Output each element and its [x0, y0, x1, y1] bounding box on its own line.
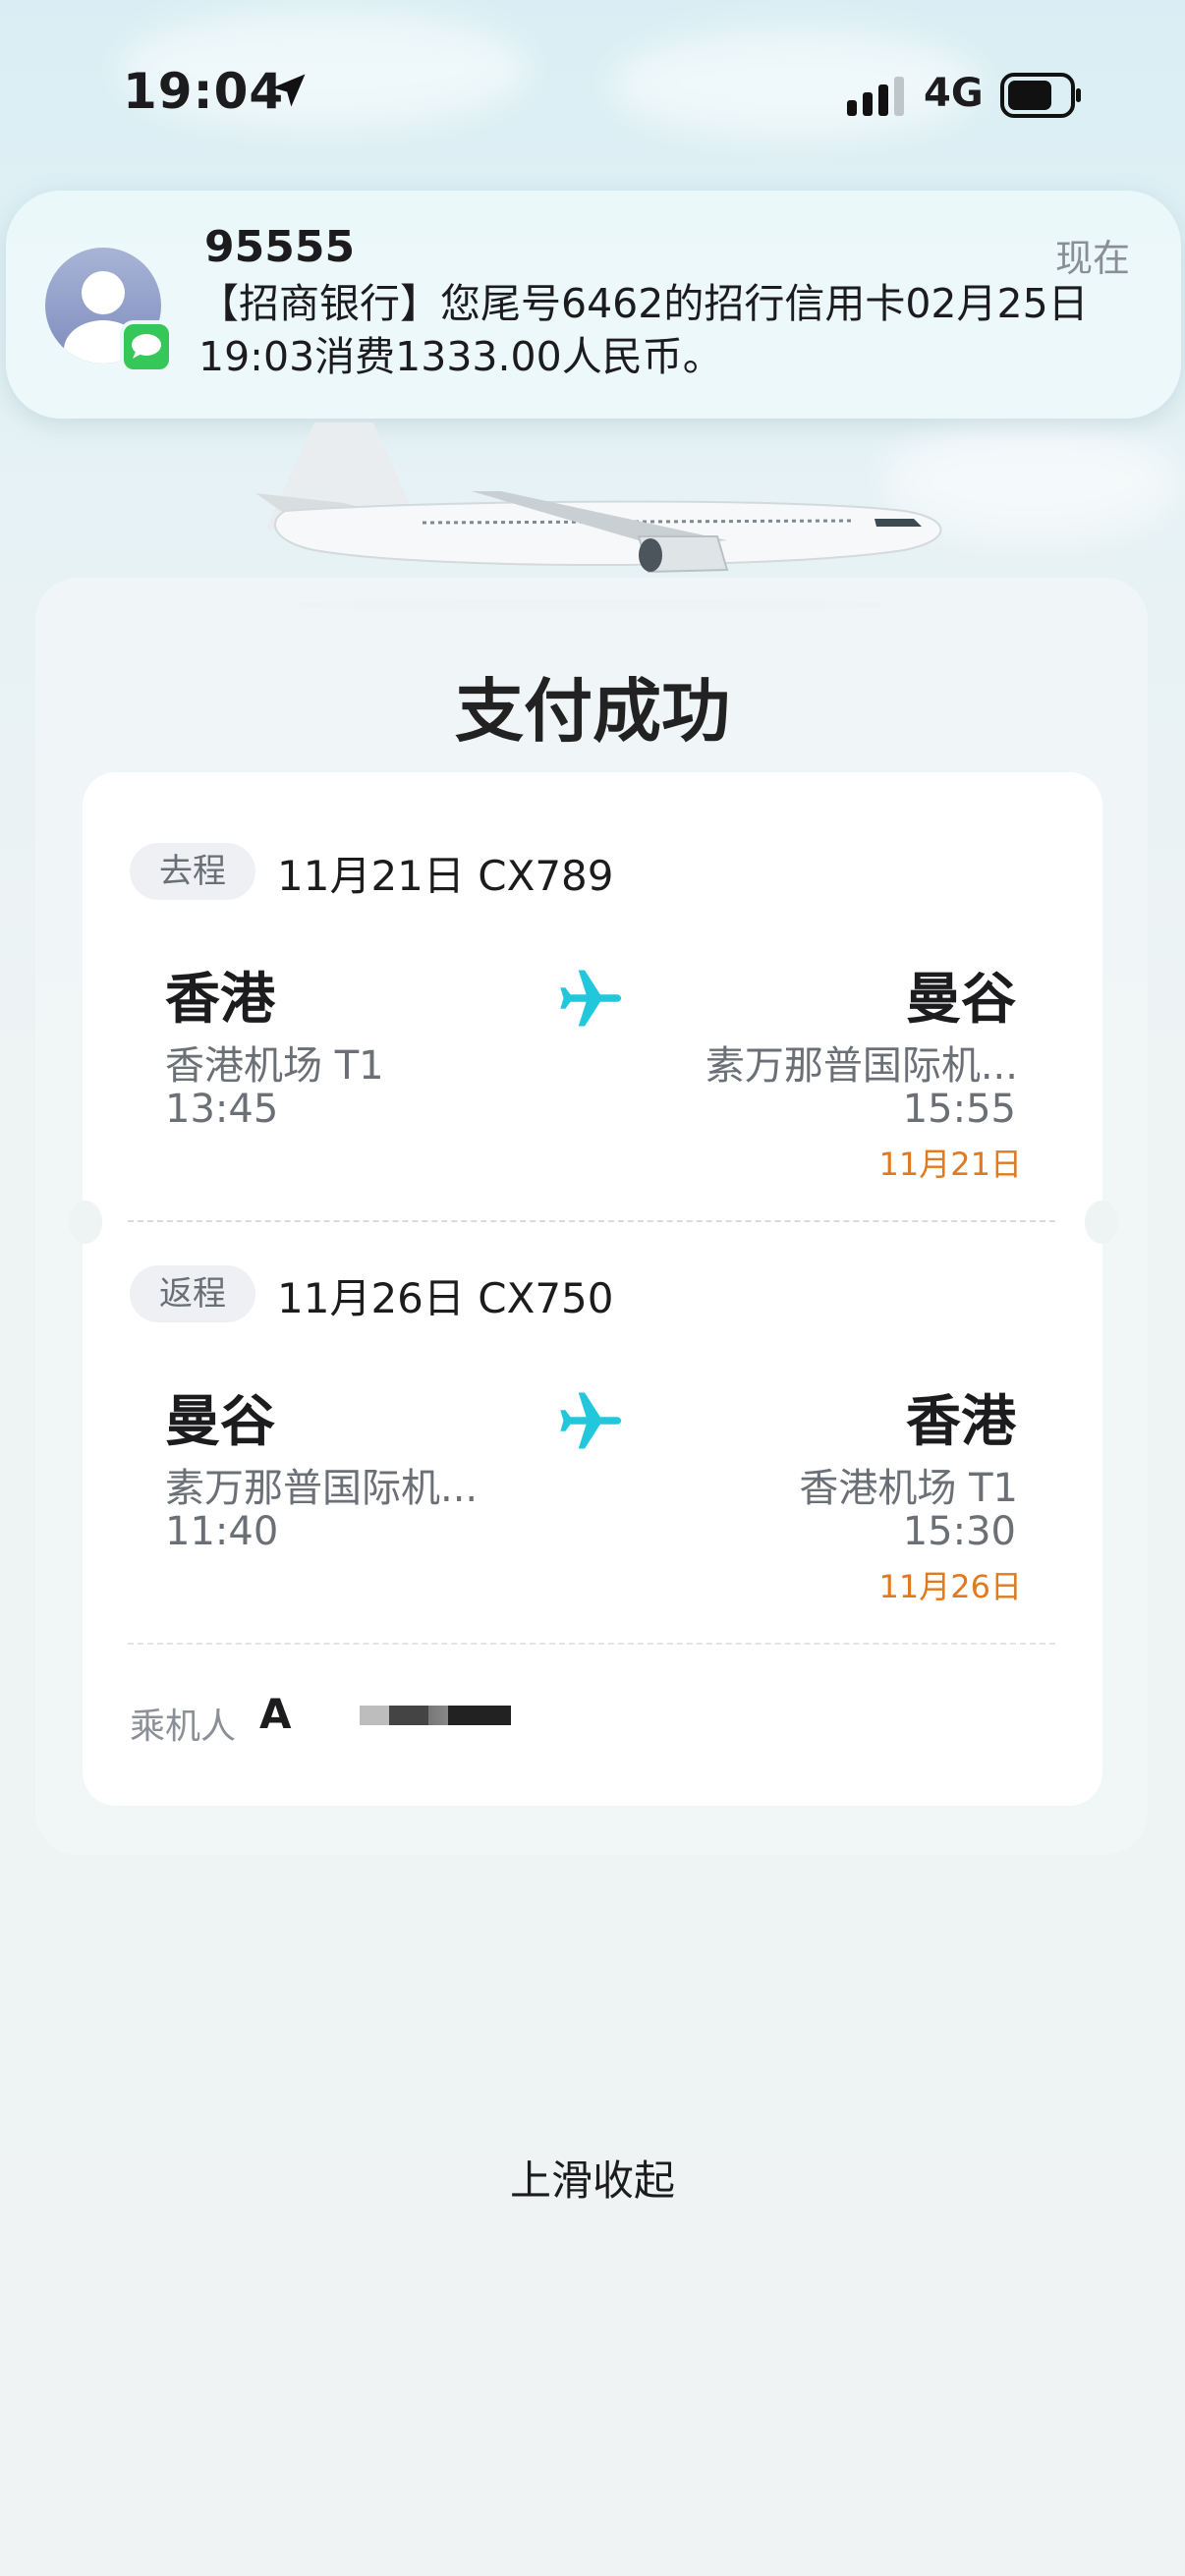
outbound-date-flight: 11月21日 CX789: [277, 852, 614, 900]
return-from-city: 曼谷: [165, 1390, 275, 1454]
passenger-name: A: [259, 1690, 292, 1738]
flight-plane-icon: [560, 970, 622, 1027]
return-from-airport: 素万那普国际机...: [165, 1466, 479, 1511]
page-title: 支付成功: [455, 671, 730, 752]
outbound-to-city: 曼谷: [906, 968, 1016, 1032]
return-arrive-date: 11月26日: [878, 1568, 1022, 1605]
status-bar: 19:04 4G: [0, 0, 1185, 187]
status-time: 19:04: [123, 63, 285, 120]
outbound-from-city: 香港: [165, 968, 275, 1032]
messages-app-icon: [120, 320, 173, 373]
outbound-arrive-date: 11月21日: [878, 1146, 1022, 1183]
notification-sender: 95555: [204, 222, 356, 272]
return-arrive-time: 15:30: [902, 1509, 1016, 1554]
sms-notification-banner[interactable]: 95555 现在 【招商银行】您尾号6462的招行信用卡02月25日19:03消…: [6, 191, 1181, 419]
network-type: 4G: [924, 71, 984, 116]
outbound-from-airport: 香港机场 T1: [165, 1043, 384, 1089]
outbound-to-airport: 素万那普国际机...: [705, 1043, 1018, 1089]
location-arrow-icon: [272, 74, 306, 107]
flight-plane-icon: [560, 1392, 622, 1449]
outbound-depart-time: 13:45: [165, 1087, 279, 1132]
outbound-arrive-time: 15:55: [902, 1087, 1016, 1132]
return-date-flight: 11月26日 CX750: [277, 1274, 614, 1322]
return-to-airport: 香港机场 T1: [799, 1466, 1018, 1511]
passenger-label: 乘机人: [130, 1707, 237, 1747]
return-depart-time: 11:40: [165, 1509, 279, 1554]
notification-time: 现在: [1054, 237, 1130, 280]
passenger-name-redacted: [360, 1706, 511, 1725]
signal-icon: [847, 77, 904, 116]
passenger-divider: [128, 1643, 1055, 1645]
return-tag: 返程: [130, 1265, 255, 1322]
return-to-city: 香港: [906, 1390, 1016, 1454]
outbound-tag: 去程: [130, 843, 255, 900]
swipe-up-hint[interactable]: 上滑收起: [0, 2148, 1185, 2208]
battery-icon: [1000, 73, 1081, 118]
ticket-notch-left: [69, 1201, 102, 1244]
segment-divider: [128, 1220, 1055, 1222]
notification-body: 【招商银行】您尾号6462的招行信用卡02月25日19:03消费1333.00人…: [198, 280, 1089, 380]
ticket-notch-right: [1085, 1201, 1118, 1244]
